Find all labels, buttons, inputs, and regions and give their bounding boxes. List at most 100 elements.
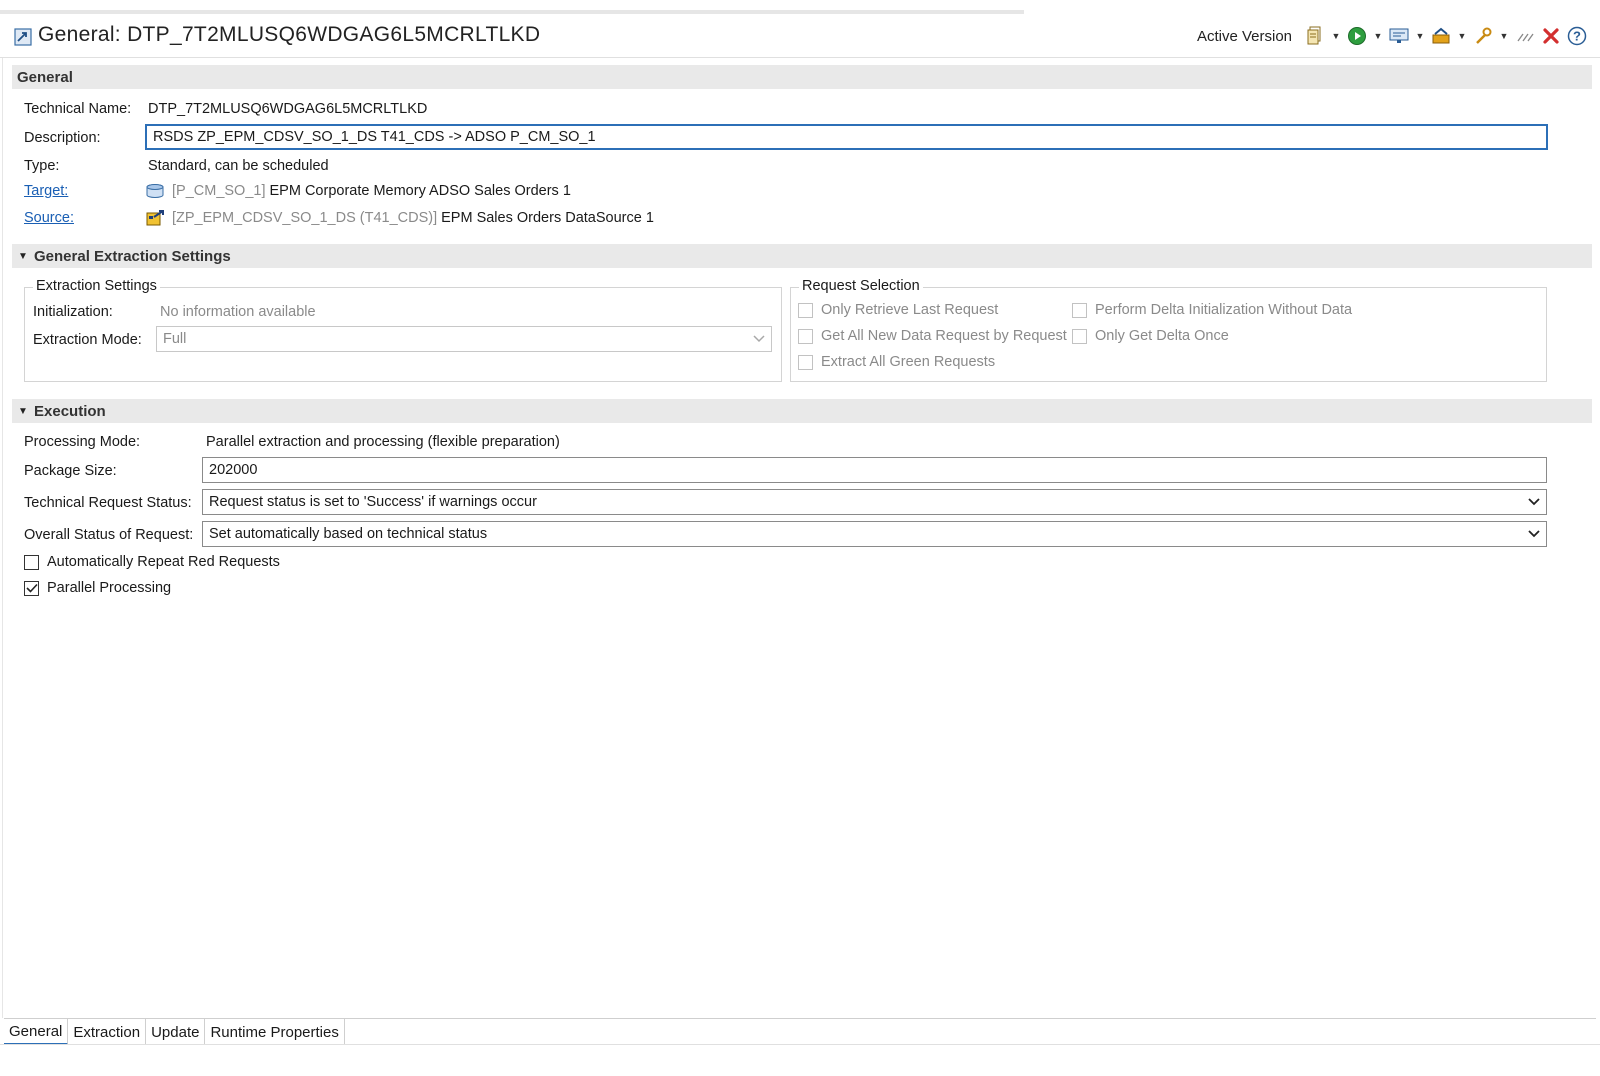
checkbox-label: Automatically Repeat Red Requests bbox=[47, 554, 280, 570]
initialization-row: Initialization: No information available bbox=[33, 302, 316, 322]
checkbox-box bbox=[1072, 302, 1087, 318]
activate-icon[interactable] bbox=[1346, 24, 1368, 48]
svg-text:?: ? bbox=[1573, 29, 1581, 44]
generate-dropdown-chevron-icon[interactable]: ▼ bbox=[1330, 24, 1342, 48]
processing-mode-row: Processing Mode: Parallel extraction and… bbox=[24, 432, 560, 452]
datasource-icon bbox=[146, 209, 166, 227]
chevron-down-icon bbox=[751, 331, 767, 347]
checkbox-label: Parallel Processing bbox=[47, 580, 172, 596]
dtp-editor: General: DTP_7T2MLUSQ6WDGAG6L5MCRLTLKD A… bbox=[0, 0, 1600, 1076]
version-label: Active Version bbox=[1196, 27, 1292, 45]
chevron-down-icon bbox=[1526, 526, 1542, 542]
page-title: General: DTP_7T2MLUSQ6WDGAG6L5MCRLTLKD bbox=[38, 23, 541, 46]
tab-update[interactable]: Update bbox=[146, 1019, 206, 1045]
tech-status-value: Request status is set to 'Success' if wa… bbox=[209, 494, 537, 510]
only-retrieve-last-request-checkbox[interactable]: Only Retrieve Last Request bbox=[798, 302, 998, 318]
initialization-label: Initialization: bbox=[33, 304, 113, 320]
checkbox-box bbox=[24, 580, 39, 596]
description-label: Description: bbox=[24, 130, 101, 146]
checkbox-label: Only Retrieve Last Request bbox=[821, 302, 999, 318]
generate-icon[interactable] bbox=[1304, 24, 1326, 48]
checkbox-box bbox=[1072, 328, 1087, 344]
extraction-mode-select[interactable]: Full bbox=[156, 326, 772, 352]
target-link[interactable]: Target: bbox=[24, 183, 146, 199]
checkbox-label: Only Get Delta Once bbox=[1095, 328, 1229, 344]
type-label: Type: bbox=[24, 158, 60, 174]
tab-runtime-properties[interactable]: Runtime Properties bbox=[205, 1019, 345, 1045]
checkbox-label: Perform Delta Initialization Without Dat… bbox=[1095, 302, 1353, 318]
source-link[interactable]: Source: bbox=[24, 210, 146, 226]
package-size-input[interactable] bbox=[202, 457, 1547, 483]
target-id: [P_CM_SO_1] bbox=[172, 183, 266, 199]
general-section-title: General bbox=[17, 68, 73, 86]
help-icon[interactable]: ? bbox=[1566, 24, 1588, 48]
technical-name-row: Technical Name: DTP_7T2MLUSQ6WDGAG6L5MCR… bbox=[24, 99, 427, 119]
overall-status-row: Overall Status of Request: bbox=[24, 525, 193, 545]
dtp-object-icon bbox=[14, 28, 32, 46]
overall-status-label: Overall Status of Request: bbox=[24, 527, 194, 543]
checkmark-icon bbox=[25, 583, 38, 593]
display-icon[interactable] bbox=[1388, 24, 1410, 48]
technical-request-status-select[interactable]: Request status is set to 'Success' if wa… bbox=[202, 489, 1547, 515]
checkbox-label: Extract All Green Requests bbox=[821, 354, 996, 370]
processing-mode-label: Processing Mode: bbox=[24, 434, 141, 450]
tools-dropdown-chevron-icon[interactable]: ▼ bbox=[1498, 24, 1510, 48]
tab-general[interactable]: General bbox=[4, 1019, 69, 1045]
extraction-settings-group-title: Extraction Settings bbox=[33, 278, 160, 294]
chevron-down-icon bbox=[1526, 494, 1542, 510]
package-size-row: Package Size: bbox=[24, 461, 117, 481]
auto-repeat-red-requests-checkbox[interactable]: Automatically Repeat Red Requests bbox=[24, 554, 280, 570]
tools-icon[interactable] bbox=[1472, 24, 1494, 48]
execution-section-header[interactable]: ▼ Execution bbox=[12, 399, 1592, 423]
technical-request-status-row: Technical Request Status: bbox=[24, 493, 192, 513]
extraction-section-title: General Extraction Settings bbox=[34, 247, 231, 265]
execution-section-title: Execution bbox=[34, 402, 106, 420]
editor-page-tabs: General Extraction Update Runtime Proper… bbox=[4, 1018, 1596, 1045]
technical-name-value: DTP_7T2MLUSQ6WDGAG6L5MCRLTLKD bbox=[148, 101, 428, 117]
source-id: [ZP_EPM_CDSV_SO_1_DS (T41_CDS)] bbox=[172, 210, 438, 226]
more-icon[interactable] bbox=[1514, 24, 1536, 48]
processing-mode-value: Parallel extraction and processing (flex… bbox=[206, 434, 560, 450]
extract-all-green-requests-checkbox[interactable]: Extract All Green Requests bbox=[798, 354, 995, 370]
extraction-settings-section-header[interactable]: ▼ General Extraction Settings bbox=[12, 244, 1592, 268]
description-row: Description: bbox=[24, 128, 101, 148]
target-row: Target: [P_CM_SO_1] EPM Corporate Memory… bbox=[24, 181, 571, 201]
transfer-icon[interactable] bbox=[1430, 24, 1452, 48]
checkbox-box bbox=[798, 302, 813, 318]
adso-database-icon bbox=[146, 184, 166, 198]
get-all-new-data-checkbox[interactable]: Get All New Data Request by Request bbox=[798, 328, 1067, 344]
extraction-mode-label: Extraction Mode: bbox=[33, 332, 142, 348]
type-row: Type: Standard, can be scheduled bbox=[24, 156, 329, 176]
general-section-header: General bbox=[12, 65, 1592, 89]
tab-extraction[interactable]: Extraction bbox=[68, 1019, 147, 1045]
source-row: Source: [ZP_EPM_CDSV_SO_1_DS (T41_CDS)] … bbox=[24, 208, 654, 228]
collapse-triangle-icon[interactable]: ▼ bbox=[12, 251, 34, 262]
perform-delta-init-checkbox[interactable]: Perform Delta Initialization Without Dat… bbox=[1072, 302, 1352, 318]
only-get-delta-once-checkbox[interactable]: Only Get Delta Once bbox=[1072, 328, 1229, 344]
request-selection-group-title: Request Selection bbox=[799, 278, 923, 294]
transfer-dropdown-chevron-icon[interactable]: ▼ bbox=[1456, 24, 1468, 48]
parallel-processing-checkbox[interactable]: Parallel Processing bbox=[24, 580, 171, 596]
display-dropdown-chevron-icon[interactable]: ▼ bbox=[1414, 24, 1426, 48]
initialization-value: No information available bbox=[160, 304, 316, 320]
source-name: EPM Sales Orders DataSource 1 bbox=[441, 210, 654, 226]
checkbox-box bbox=[24, 554, 39, 570]
activate-dropdown-chevron-icon[interactable]: ▼ bbox=[1372, 24, 1384, 48]
checkbox-box bbox=[798, 354, 813, 370]
checkbox-label: Get All New Data Request by Request bbox=[821, 328, 1067, 344]
editor-left-border bbox=[2, 58, 3, 1018]
checkbox-box bbox=[798, 328, 813, 344]
bottom-border bbox=[0, 1044, 1600, 1045]
editor-header: General: DTP_7T2MLUSQ6WDGAG6L5MCRLTLKD A… bbox=[0, 14, 1600, 58]
close-icon[interactable] bbox=[1540, 24, 1562, 48]
package-size-label: Package Size: bbox=[24, 463, 117, 479]
tech-status-label: Technical Request Status: bbox=[24, 495, 192, 511]
editor-toolbar: Active Version ▼ ▼ ▼ ▼ ▼ ? bbox=[1197, 24, 1588, 48]
overall-status-select[interactable]: Set automatically based on technical sta… bbox=[202, 521, 1547, 547]
extraction-mode-value: Full bbox=[163, 331, 187, 347]
target-name: EPM Corporate Memory ADSO Sales Orders 1 bbox=[269, 183, 571, 199]
collapse-triangle-icon[interactable]: ▼ bbox=[12, 406, 34, 417]
overall-status-value: Set automatically based on technical sta… bbox=[209, 526, 488, 542]
type-value: Standard, can be scheduled bbox=[148, 158, 329, 174]
description-input[interactable] bbox=[145, 124, 1548, 150]
